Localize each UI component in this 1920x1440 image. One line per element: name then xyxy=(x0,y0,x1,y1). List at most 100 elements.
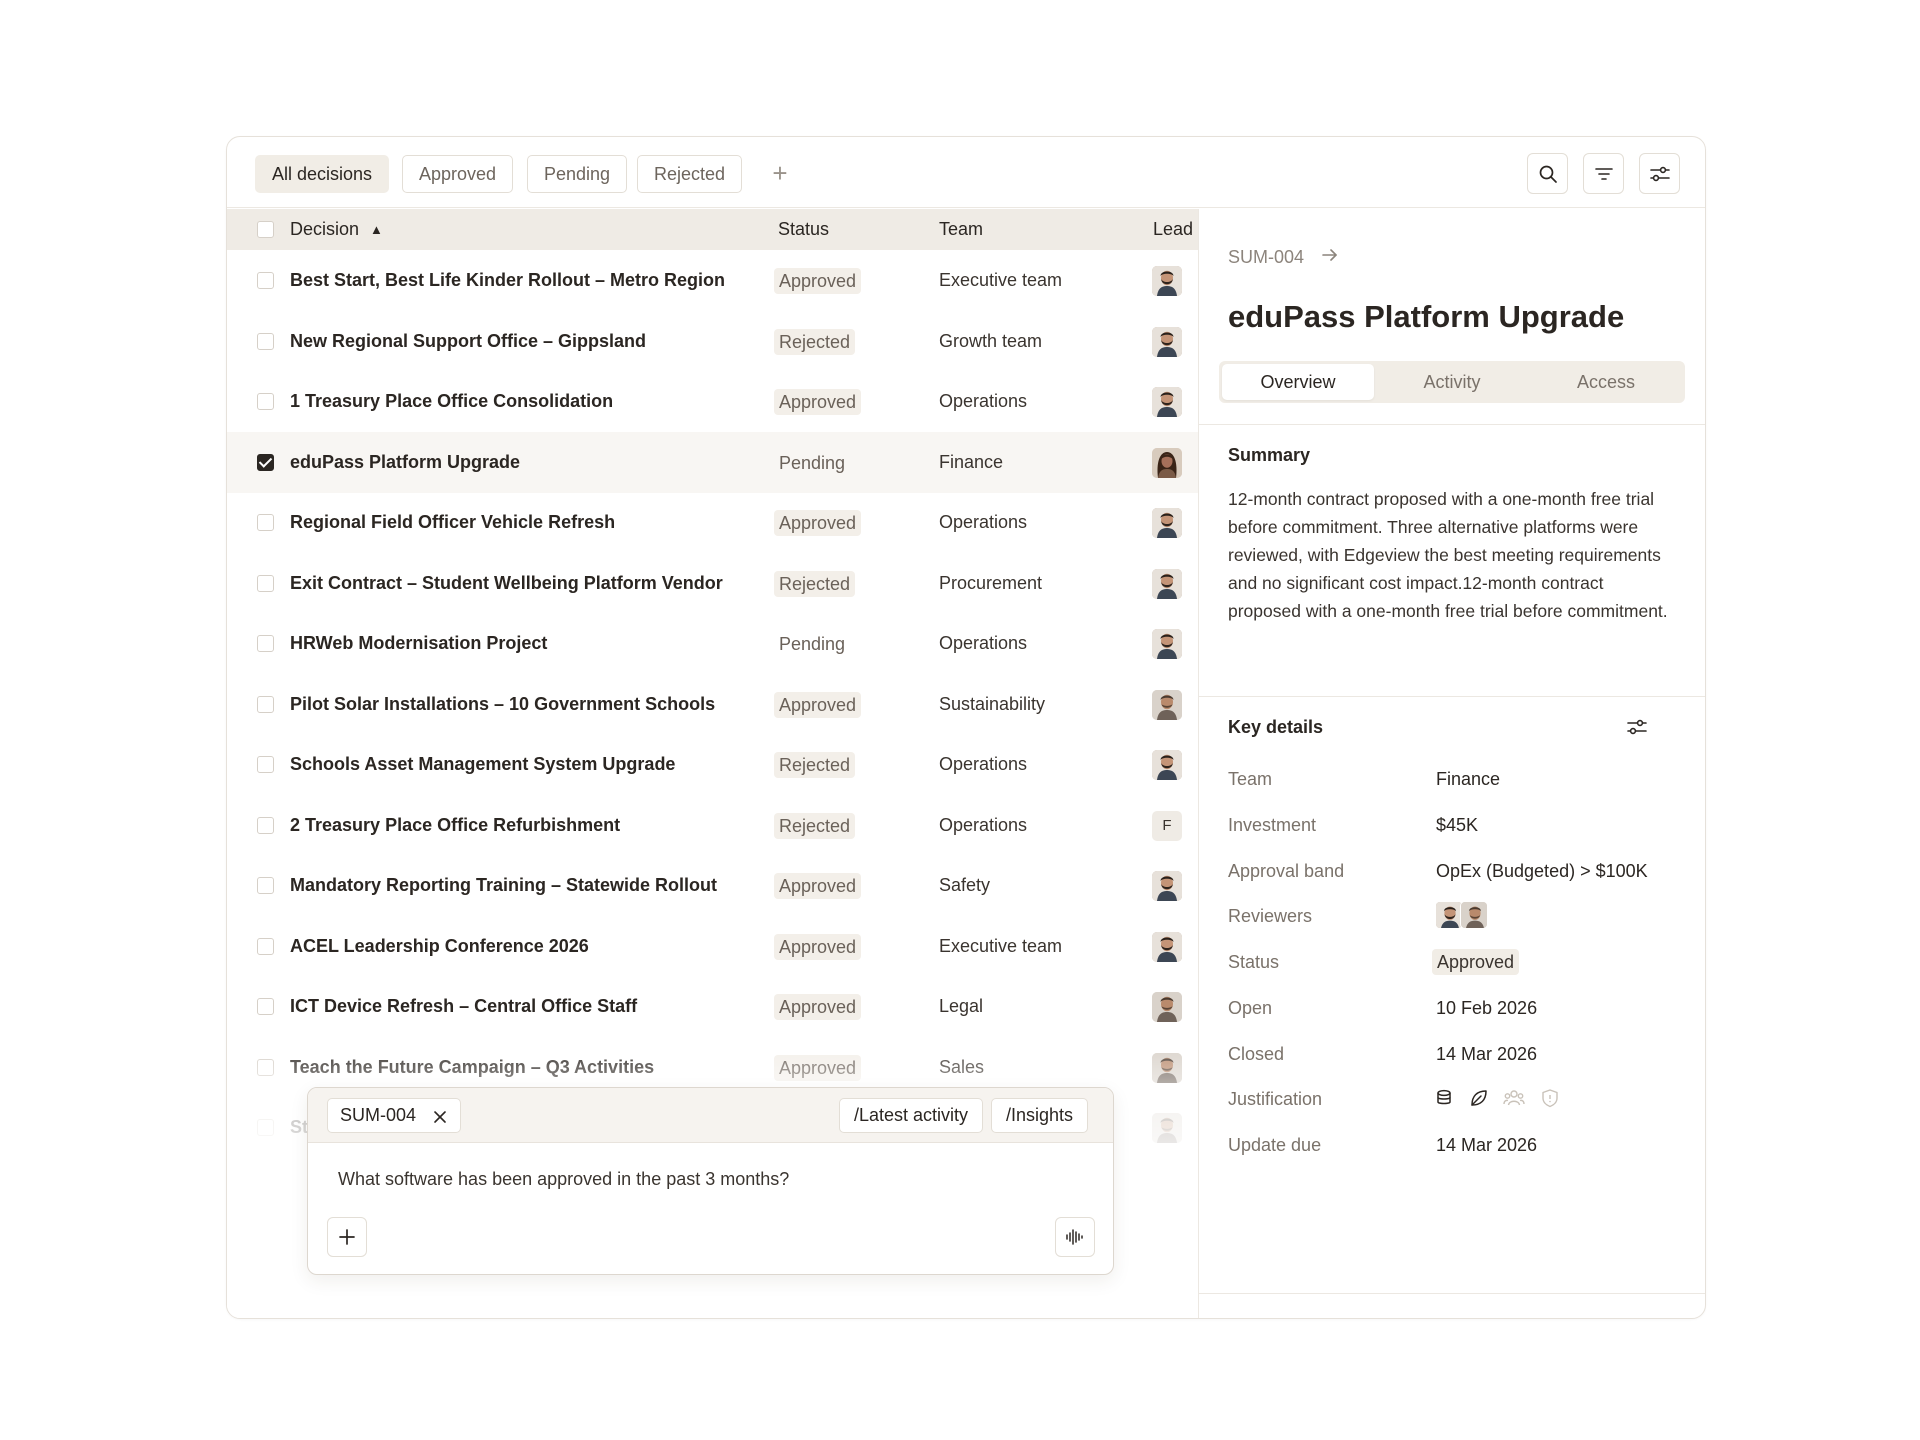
table-row[interactable]: eduPass Platform Upgrade Pending Finance xyxy=(227,431,1198,493)
column-status[interactable]: Status xyxy=(778,209,829,250)
avatar[interactable] xyxy=(1152,568,1182,599)
avatar[interactable] xyxy=(1152,387,1182,417)
decision-name[interactable]: Regional Field Officer Vehicle Refresh xyxy=(290,492,615,553)
row-checkbox[interactable] xyxy=(257,1058,274,1076)
avatar[interactable] xyxy=(1152,326,1182,357)
team-cell: Operations xyxy=(939,391,1028,411)
context-chip[interactable]: SUM-004 xyxy=(327,1098,462,1133)
avatar[interactable] xyxy=(1152,992,1182,1022)
avatar[interactable] xyxy=(1152,629,1182,659)
tab-pending[interactable]: Pending xyxy=(527,155,628,193)
team-cell: Finance xyxy=(939,451,1004,472)
insights-command[interactable]: /Insights xyxy=(991,1098,1089,1133)
decision-name[interactable]: 2 Treasury Place Office Refurbishment xyxy=(290,795,620,856)
column-team[interactable]: Team xyxy=(939,209,983,250)
table-row[interactable]: Best Start, Best Life Kinder Rollout – M… xyxy=(227,250,1198,311)
avatar[interactable] xyxy=(1152,750,1182,780)
table-row[interactable]: HRWeb Modernisation Project Pending Operat… xyxy=(227,613,1198,674)
select-all-checkbox[interactable] xyxy=(257,221,274,238)
row-checkbox[interactable] xyxy=(257,756,274,773)
column-decision[interactable]: Decision ▲ xyxy=(290,209,383,250)
team-cell: Safety xyxy=(939,875,991,895)
avatar[interactable] xyxy=(1152,1113,1182,1143)
add-attachment-button[interactable] xyxy=(327,1217,367,1257)
chat-input[interactable]: What software has been approved in the p… xyxy=(338,1169,789,1190)
tab-all-decisions[interactable]: All decisions xyxy=(255,155,390,193)
detail-panel: SUM-004 eduPass Platform Upgrade Overvie… xyxy=(1199,209,1705,1318)
table-row[interactable]: 2 Treasury Place Office Refurbishment Rej… xyxy=(227,795,1198,856)
row-checkbox[interactable] xyxy=(257,695,274,713)
table-row[interactable]: ACEL Leadership Conference 2026 Approved E… xyxy=(227,916,1198,977)
avatar[interactable] xyxy=(1152,931,1182,962)
avatar[interactable] xyxy=(1152,508,1182,538)
decision-name[interactable]: Exit Contract – Student Wellbeing Platfo… xyxy=(290,553,723,614)
key-details-heading: Key details xyxy=(1228,717,1324,737)
team-cell: Executive team xyxy=(939,270,1063,290)
row-checkbox[interactable] xyxy=(257,393,274,410)
table-row[interactable]: Pilot Solar Installations – 10 Governmen… xyxy=(227,674,1198,735)
decision-name[interactable]: ICT Device Refresh – Central Office Staf… xyxy=(290,976,637,1037)
table-row[interactable]: Exit Contract – Student Wellbeing Platfo… xyxy=(227,553,1198,614)
row-checkbox[interactable] xyxy=(257,816,274,834)
decision-name[interactable]: St xyxy=(290,1097,308,1158)
avatar[interactable] xyxy=(1152,266,1182,296)
team-cell: Legal xyxy=(939,996,984,1016)
close-icon[interactable] xyxy=(432,1099,448,1132)
filter-button[interactable] xyxy=(1583,153,1624,194)
voice-input-button[interactable] xyxy=(1055,1217,1095,1257)
avatar[interactable] xyxy=(1152,689,1182,720)
decision-name[interactable]: Mandatory Reporting Training – Statewide… xyxy=(290,855,717,916)
decision-name[interactable]: eduPass Platform Upgrade xyxy=(290,432,520,493)
decision-name[interactable]: Best Start, Best Life Kinder Rollout – M… xyxy=(290,250,725,311)
tab-rejected[interactable]: Rejected xyxy=(637,155,743,193)
avatar[interactable] xyxy=(1435,901,1463,929)
row-checkbox[interactable] xyxy=(257,272,274,289)
row-checkbox[interactable] xyxy=(257,332,274,350)
tab-access[interactable]: Access xyxy=(1530,364,1682,400)
decision-name[interactable]: Schools Asset Management System Upgrade xyxy=(290,734,675,795)
table-row[interactable]: ICT Device Refresh – Central Office Staf… xyxy=(227,976,1198,1037)
decision-name[interactable]: 1 Treasury Place Office Consolidation xyxy=(290,371,613,432)
latest-activity-command[interactable]: /Latest activity xyxy=(839,1098,984,1133)
avatar[interactable] xyxy=(1152,447,1182,478)
column-lead[interactable]: Lead xyxy=(1153,209,1193,250)
table-row[interactable]: New Regional Support Office – Gippsland R… xyxy=(227,311,1198,372)
sliders-icon[interactable] xyxy=(1626,717,1648,737)
plus-icon xyxy=(339,1229,355,1245)
tab-activity[interactable]: Activity xyxy=(1376,364,1528,400)
row-checkbox[interactable] xyxy=(257,514,274,531)
divider xyxy=(1199,424,1705,425)
status-badge: Approved xyxy=(774,691,862,718)
decision-name[interactable]: Pilot Solar Installations – 10 Governmen… xyxy=(290,674,715,735)
decision-ref[interactable]: SUM-004 xyxy=(1228,247,1304,268)
row-checkbox[interactable] xyxy=(257,877,274,894)
decision-name[interactable]: HRWeb Modernisation Project xyxy=(290,613,547,674)
search-button[interactable] xyxy=(1527,153,1568,194)
avatar[interactable]: F xyxy=(1152,810,1182,841)
row-checkbox[interactable] xyxy=(257,1119,274,1136)
table-row[interactable]: 1 Treasury Place Office Consolidation App… xyxy=(227,371,1198,432)
avatar[interactable] xyxy=(1152,871,1182,901)
decision-name[interactable]: ACEL Leadership Conference 2026 xyxy=(290,916,589,977)
row-checkbox[interactable] xyxy=(257,635,274,652)
row-checkbox[interactable] xyxy=(257,937,274,955)
table-row[interactable]: Schools Asset Management System Upgrade R… xyxy=(227,734,1198,795)
status-badge: Pending xyxy=(779,452,846,473)
decision-name[interactable]: New Regional Support Office – Gippsland xyxy=(290,311,646,372)
tab-approved[interactable]: Approved xyxy=(402,155,514,193)
arrow-right-icon[interactable] xyxy=(1320,245,1340,265)
toolbar: All decisions Approved Pending Rejected … xyxy=(227,137,1705,208)
table-row[interactable]: Regional Field Officer Vehicle Refresh Ap… xyxy=(227,492,1198,553)
table-row[interactable]: Mandatory Reporting Training – Statewide… xyxy=(227,855,1198,916)
coins-icon xyxy=(1437,1089,1451,1105)
avatar[interactable] xyxy=(1460,901,1488,929)
add-tab-button[interactable]: + xyxy=(761,155,799,193)
tab-overview[interactable]: Overview xyxy=(1222,364,1374,400)
row-checkbox[interactable] xyxy=(257,998,274,1015)
view-settings-button[interactable] xyxy=(1639,153,1680,194)
people-icon xyxy=(1503,1090,1525,1106)
row-checkbox[interactable] xyxy=(257,574,274,592)
row-checkbox[interactable] xyxy=(257,453,274,471)
avatar[interactable] xyxy=(1152,1052,1182,1083)
status-badge: Approved xyxy=(774,389,862,415)
